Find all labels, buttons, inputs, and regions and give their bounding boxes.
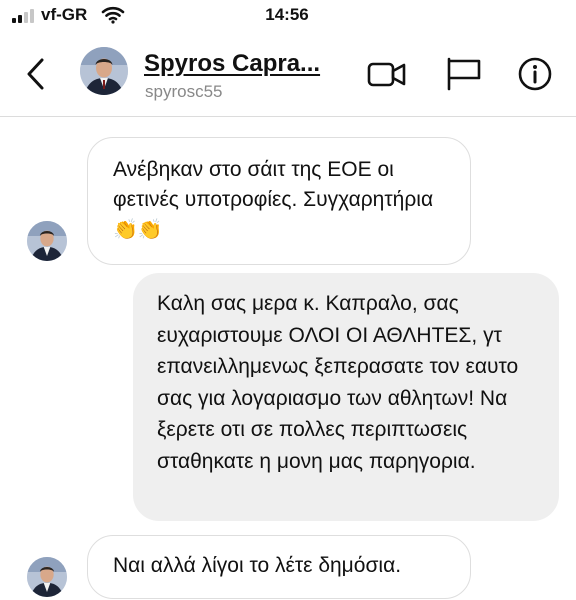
- clapping-hands-emoji: 👏👏: [113, 219, 163, 241]
- contact-name[interactable]: Spyros Capra...: [144, 50, 320, 78]
- sender-photo: [27, 221, 67, 261]
- message-text: Ανέβηκαν στο σάιτ της ΕΟΕ οι φετινές υπο…: [113, 155, 453, 245]
- sender-avatar[interactable]: [27, 557, 67, 597]
- message-bubble-incoming[interactable]: Ανέβηκαν στο σάιτ της ΕΟΕ οι φετινές υπο…: [87, 137, 471, 265]
- message-bubble-incoming[interactable]: Ναι αλλά λίγοι το λέτε δημόσια.: [87, 535, 471, 599]
- message-bubble-outgoing[interactable]: Καλη σας μερα κ. Καπραλο, σας ευχαριστου…: [133, 273, 559, 521]
- contact-avatar[interactable]: [80, 47, 128, 95]
- message-body: Ανέβηκαν στο σάιτ της ΕΟΕ οι φετινές υπο…: [113, 158, 434, 211]
- conversation-header: Spyros Capra... spyrosc55: [0, 34, 576, 117]
- sender-photo: [27, 557, 67, 597]
- video-call-icon[interactable]: [367, 56, 407, 92]
- sender-avatar[interactable]: [27, 221, 67, 261]
- contact-photo: [80, 47, 128, 95]
- status-bar: vf-GR 14:56: [0, 0, 576, 34]
- clock: 14:56: [0, 5, 576, 25]
- message-text: Ναι αλλά λίγοι το λέτε δημόσια.: [113, 554, 402, 577]
- info-icon[interactable]: [515, 56, 555, 92]
- clock-time: 14:56: [265, 5, 309, 24]
- flag-icon[interactable]: [445, 56, 485, 92]
- message-text: Καλη σας μερα κ. Καπραλο, σας ευχαριστου…: [157, 292, 519, 473]
- contact-handle: spyrosc55: [145, 82, 223, 101]
- back-arrow-icon[interactable]: [22, 56, 50, 92]
